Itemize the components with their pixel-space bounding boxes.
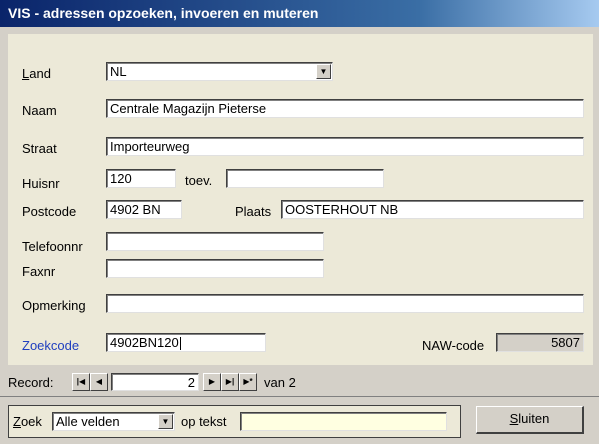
sluiten-button[interactable]: Sluiten bbox=[476, 406, 584, 434]
zoek-label: Zoek bbox=[13, 414, 42, 429]
naam-label: Naam bbox=[22, 103, 57, 118]
fax-input[interactable] bbox=[106, 259, 324, 278]
chevron-down-icon[interactable]: ▼ bbox=[316, 64, 331, 79]
plaats-input[interactable]: OOSTERHOUT NB bbox=[281, 200, 584, 219]
straat-input[interactable]: Importeurweg bbox=[106, 137, 584, 156]
address-form: Land NL ▼ Naam Centrale Magazijn Pieters… bbox=[8, 34, 593, 365]
search-bar: Zoek Alle velden ▼ op tekst Sluiten bbox=[0, 396, 599, 444]
search-text-input[interactable] bbox=[240, 412, 447, 431]
next-record-icon[interactable]: ▶ bbox=[203, 373, 221, 391]
huisnr-label: Huisnr bbox=[22, 176, 60, 191]
chevron-down-icon[interactable]: ▼ bbox=[158, 414, 173, 429]
record-navigation: Record: |◀ ◀ 2 ▶ ▶| ▶* van 2 bbox=[0, 367, 599, 396]
naam-input[interactable]: Centrale Magazijn Pieterse bbox=[106, 99, 584, 118]
opmerking-input[interactable] bbox=[106, 294, 584, 313]
zoekcode-input[interactable]: 4902BN120 bbox=[106, 333, 266, 352]
naw-code-field: 5807 bbox=[496, 333, 584, 352]
huisnr-input[interactable]: 120 bbox=[106, 169, 176, 188]
search-frame: Zoek Alle velden ▼ op tekst bbox=[8, 405, 461, 438]
first-record-icon[interactable]: |◀ bbox=[72, 373, 90, 391]
plaats-label: Plaats bbox=[235, 204, 272, 219]
record-label: Record: bbox=[8, 375, 54, 390]
fax-label: Faxnr bbox=[22, 264, 56, 279]
search-field-dropdown[interactable]: Alle velden ▼ bbox=[52, 412, 175, 431]
record-count-label: van 2 bbox=[264, 375, 296, 390]
opmerking-label: Opmerking bbox=[22, 298, 86, 313]
land-dropdown[interactable]: NL ▼ bbox=[106, 62, 333, 81]
record-number-input[interactable]: 2 bbox=[111, 373, 199, 391]
land-value: NL bbox=[110, 64, 127, 79]
last-record-icon[interactable]: ▶| bbox=[221, 373, 239, 391]
op-tekst-label: op tekst bbox=[181, 414, 227, 429]
naw-label: NAW-code bbox=[422, 338, 485, 353]
window-title: VIS - adressen opzoeken, invoeren en mut… bbox=[0, 0, 599, 27]
telefoon-label: Telefoonnr bbox=[22, 239, 83, 254]
straat-label: Straat bbox=[22, 141, 57, 156]
toev-input[interactable] bbox=[226, 169, 384, 188]
zoekcode-value: 4902BN120 bbox=[110, 335, 179, 350]
telefoon-input[interactable] bbox=[106, 232, 324, 251]
previous-record-icon[interactable]: ◀ bbox=[90, 373, 108, 391]
land-label: Land bbox=[22, 66, 51, 81]
postcode-input[interactable]: 4902 BN bbox=[106, 200, 182, 219]
text-caret bbox=[179, 337, 181, 351]
new-record-icon[interactable]: ▶* bbox=[239, 373, 257, 391]
toev-label: toev. bbox=[185, 173, 213, 188]
postcode-label: Postcode bbox=[22, 204, 77, 219]
zoekcode-label: Zoekcode bbox=[22, 338, 80, 353]
search-field-value: Alle velden bbox=[56, 414, 120, 429]
